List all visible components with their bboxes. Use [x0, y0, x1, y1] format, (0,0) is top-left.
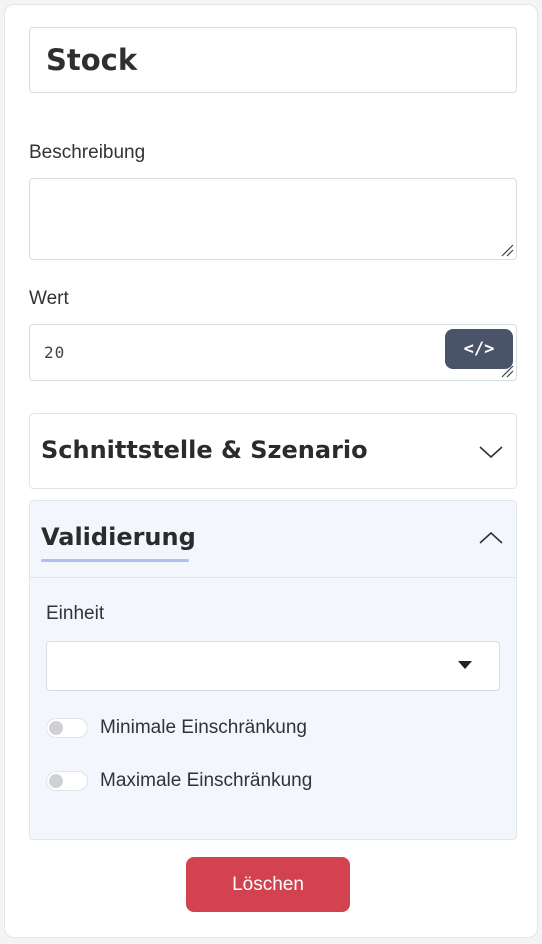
delete-button-label: Löschen: [232, 873, 304, 895]
chevron-up-icon[interactable]: [478, 530, 504, 546]
value-textarea[interactable]: 20 </>: [29, 324, 517, 381]
resize-handle-icon[interactable]: [500, 243, 514, 257]
toggle-knob: [49, 721, 63, 735]
unit-label: Einheit: [46, 603, 105, 624]
delete-button[interactable]: Löschen: [186, 857, 350, 912]
max-constraint-label: Maximale Einschränkung: [100, 770, 313, 791]
description-textarea[interactable]: [29, 178, 517, 260]
description-label: Beschreibung: [29, 142, 146, 163]
properties-panel: Stock Beschreibung Wert 20 </> Schnittst…: [4, 4, 538, 938]
code-icon: </>: [463, 339, 495, 359]
caret-down-icon: [458, 661, 472, 669]
code-editor-button[interactable]: </>: [445, 329, 513, 369]
accordion-title: Schnittstelle & Szenario: [41, 436, 368, 464]
accordion-title: Validierung: [41, 523, 196, 551]
accordion-interface-scenario[interactable]: Schnittstelle & Szenario: [29, 413, 517, 489]
min-constraint-row: Minimale Einschränkung: [46, 717, 307, 739]
active-underline: [41, 559, 189, 562]
chevron-down-icon[interactable]: [478, 444, 504, 460]
value-text: 20: [44, 343, 66, 362]
min-constraint-toggle[interactable]: [46, 718, 88, 738]
min-constraint-label: Minimale Einschränkung: [100, 717, 307, 738]
max-constraint-row: Maximale Einschränkung: [46, 770, 312, 792]
value-label: Wert: [29, 288, 69, 309]
accordion-validation: Validierung Einheit Minimale Einschränku…: [29, 500, 517, 840]
name-input[interactable]: Stock: [29, 27, 517, 93]
max-constraint-toggle[interactable]: [46, 771, 88, 791]
toggle-knob: [49, 774, 63, 788]
resize-handle-icon[interactable]: [500, 364, 514, 378]
accordion-header[interactable]: Validierung: [30, 501, 516, 578]
unit-select[interactable]: [46, 641, 500, 691]
